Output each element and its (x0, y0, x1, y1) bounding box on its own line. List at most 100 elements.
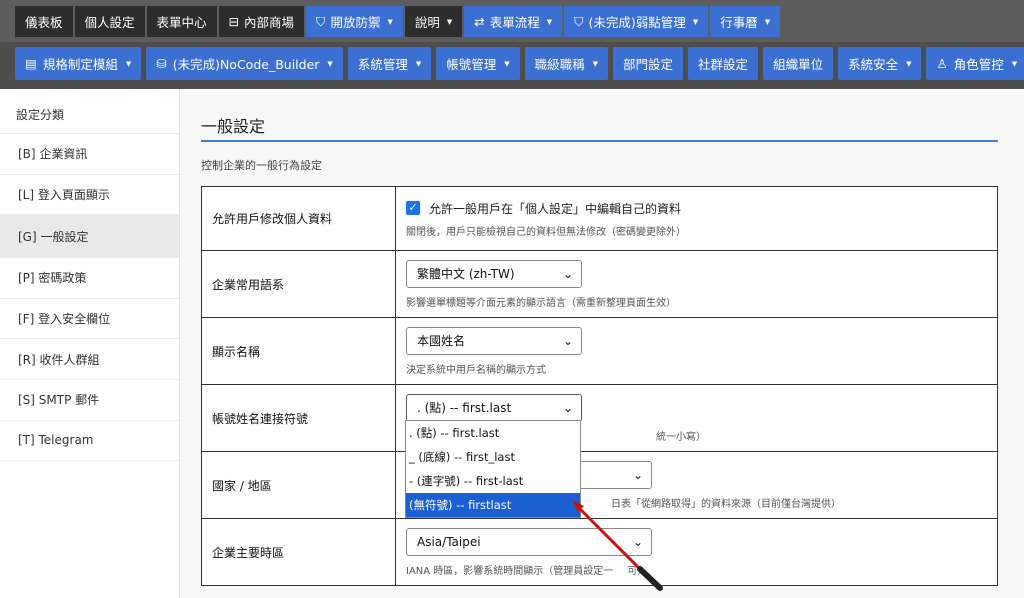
top-nav-item-4[interactable]: ⛉ 開放防禦 ▼ (306, 6, 403, 37)
title-divider (201, 140, 998, 142)
select-value: 本國姓名 (417, 334, 466, 348)
sidebar-item-2[interactable]: [G] 一般設定 (0, 215, 179, 259)
sidebar-item-5[interactable]: [R] 收件人群組 (0, 339, 179, 380)
top-nav-label: 行事曆 (720, 15, 758, 30)
select-value: . (點) -- first.last (417, 401, 512, 415)
sidebar-item-3[interactable]: [P] 密碼政策 (0, 258, 179, 299)
sec-nav-item-4[interactable]: 職級職稱 ▼ (524, 47, 609, 80)
sec-nav-label: 社群設定 (698, 57, 749, 72)
dropdown-option[interactable]: _ (底線) -- first_last (406, 445, 580, 469)
page-description: 控制企業的一般行為設定 (201, 159, 322, 172)
allow-edit-checkbox[interactable]: ✓ (406, 201, 420, 215)
dropdown-option[interactable]: (無符號) -- firstlast (406, 493, 580, 517)
shop-icon: ⊟ (228, 14, 240, 29)
top-nav-label: 儀表板 (25, 15, 63, 30)
top-nav-item-5[interactable]: 說明 ▼ (404, 6, 463, 37)
top-nav-label: 表單中心 (156, 15, 207, 30)
flow-icon: ⇄ (474, 14, 485, 29)
display-name-select[interactable]: 本國姓名 ⌄ (406, 326, 582, 355)
top-nav-label: 開放防禦 (330, 15, 381, 30)
sec-nav-item-9[interactable]: ♙ 角色管控 ▼ (926, 47, 1024, 80)
page-title: 一般設定 (201, 117, 266, 136)
top-nav-label: 個人設定 (84, 15, 135, 30)
sidebar-item-6[interactable]: [S] SMTP 郵件 (0, 380, 179, 421)
sec-nav-label: (未完成)NoCode_Builder (172, 57, 320, 72)
setting-label: 允許用戶修改個人資料 (201, 186, 396, 251)
chevron-down-icon: ⌄ (562, 266, 573, 281)
main-panel: 一般設定 控制企業的一般行為設定 允許用戶修改個人資料 ✓ 允許一般用戶在「個人… (181, 89, 1024, 598)
top-nav-item-6[interactable]: ⇄ 表單流程 ▼ (464, 6, 563, 37)
separator-select[interactable]: . (點) -- first.last ⌄ (406, 393, 582, 422)
sec-nav-item-6[interactable]: 社群設定 (688, 47, 759, 80)
separator-dropdown-list: . (點) -- first.last _ (底線) -- first_last -… (405, 420, 581, 518)
settings-table: 允許用戶修改個人資料 ✓ 允許一般用戶在「個人設定」中編輯自己的資料 關閉後，用… (201, 186, 998, 586)
caret-down-icon: ▼ (764, 17, 771, 26)
sidebar-item-1[interactable]: [L] 登入頁面顯示 (0, 175, 179, 216)
sec-nav-label: 系統安全 (848, 57, 899, 72)
caret-down-icon: ▼ (387, 17, 393, 26)
setting-row-display-name: 顯示名稱 本國姓名 ⌄ 決定系統中用戶名稱的顯示方式 (201, 317, 998, 385)
sec-nav-item-8[interactable]: 系統安全 ▼ (838, 47, 922, 80)
setting-row-timezone: 企業主要時區 Asia/Taipei ⌄ IANA 時區，影響系統時間顯示（管理員… (201, 518, 998, 586)
chevron-down-icon: ⌄ (562, 333, 573, 348)
help-text: 影響選單標題等介面元素的顯示語言（需重新整理頁面生效） (406, 297, 676, 309)
sec-nav-item-5[interactable]: 部門設定 (613, 47, 684, 80)
caret-down-icon: ▼ (327, 59, 333, 68)
help-text: 關閉後，用戶只能檢視自己的資料但無法修改（密碼變更除外） (406, 226, 686, 238)
user-icon: ♙ (936, 56, 948, 71)
caret-down-icon: ▼ (1011, 59, 1018, 68)
secondary-nav: ▤ 規格制定模組 ▼ ⛁ (未完成)NoCode_Builder ▼ 系統管理 ▼ 帳號管理 ▼ 職… (0, 42, 1024, 89)
setting-row-language: 企業常用語系 繁體中文 (zh-TW) ⌄ 影響選單標題等介面元素的顯示語言（需重… (201, 250, 998, 318)
help-text: IANA 時區，影響系統時間顯示（管理員設定一 可） (406, 562, 997, 577)
sidebar-item-7[interactable]: [T] Telegram (0, 421, 179, 462)
language-select[interactable]: 繁體中文 (zh-TW) ⌄ (406, 259, 582, 288)
sec-nav-label: 角色管控 (953, 57, 1004, 72)
top-nav-label: 內部商場 (244, 15, 295, 30)
setting-row-separator: 帳號姓名連接符號 . (點) -- first.last ⌄ 統一小寫） (201, 384, 998, 452)
sec-nav-item-0[interactable]: ▤ 規格制定模組 ▼ (15, 47, 142, 80)
chevron-down-icon: ⌄ (632, 534, 643, 549)
sidebar-item-4[interactable]: [F] 登入安全欄位 (0, 299, 179, 340)
help-text-left: IANA 時區，影響系統時間顯示（管理員設定一 (406, 565, 614, 577)
top-nav-item-2[interactable]: 表單中心 (146, 6, 217, 37)
caret-down-icon: ▼ (546, 17, 553, 26)
caret-down-icon: ▼ (446, 17, 453, 26)
caret-down-icon: ▼ (906, 59, 912, 68)
top-nav-item-3[interactable]: ⊟ 內部商場 (218, 6, 305, 37)
sec-nav-item-3[interactable]: 帳號管理 ▼ (436, 47, 520, 80)
caret-down-icon: ▼ (415, 59, 422, 68)
help-text: 決定系統中用戶名稱的顯示方式 (406, 364, 546, 376)
database-icon: ⛁ (156, 56, 167, 71)
setting-label: 國家 / 地區 (201, 451, 396, 519)
sec-nav-item-2[interactable]: 系統管理 ▼ (347, 47, 432, 80)
shield-icon: ⛉ (316, 13, 326, 29)
chevron-down-icon: ⌄ (632, 467, 643, 482)
sidebar-item-0[interactable]: [B] 企業資訊 (0, 134, 179, 175)
sec-nav-label: 部門設定 (623, 57, 674, 72)
caret-down-icon: ▼ (592, 59, 599, 68)
top-nav-item-8[interactable]: 行事曆 ▼ (710, 6, 781, 37)
sec-nav-label: 系統管理 (357, 57, 408, 72)
setting-label: 顯示名稱 (201, 317, 396, 385)
top-nav-label: (未完成)弱點管理 (588, 15, 686, 30)
sec-nav-label: 組織單位 (773, 57, 824, 72)
top-nav-item-0[interactable]: 儀表板 (15, 6, 73, 37)
chevron-down-icon: ⌄ (562, 400, 573, 415)
select-value: Asia/Taipei (417, 534, 481, 549)
setting-row-allow-edit: 允許用戶修改個人資料 ✓ 允許一般用戶在「個人設定」中編輯自己的資料 關閉後，用… (201, 186, 998, 251)
top-nav-item-7[interactable]: ⛉ (未完成)弱點管理 ▼ (564, 6, 709, 37)
help-text-right: 可） (627, 565, 648, 577)
top-nav-item-1[interactable]: 個人設定 (74, 6, 145, 37)
select-value: 繁體中文 (zh-TW) (417, 267, 515, 281)
timezone-select[interactable]: Asia/Taipei ⌄ (406, 527, 652, 556)
grid-icon: ▤ (25, 56, 37, 71)
caret-down-icon: ▼ (504, 59, 510, 68)
dropdown-option[interactable]: - (連字號) -- first-last (406, 469, 580, 493)
sidebar-header: 設定分類 (0, 89, 179, 134)
caret-down-icon: ▼ (692, 17, 699, 26)
sec-nav-item-1[interactable]: ⛁ (未完成)NoCode_Builder ▼ (146, 47, 343, 80)
sec-nav-label: 職級職稱 (534, 57, 585, 72)
sec-nav-item-7[interactable]: 組織單位 (763, 47, 834, 80)
shield-check-icon: ⛉ (574, 13, 584, 29)
dropdown-option[interactable]: . (點) -- first.last (406, 421, 580, 445)
